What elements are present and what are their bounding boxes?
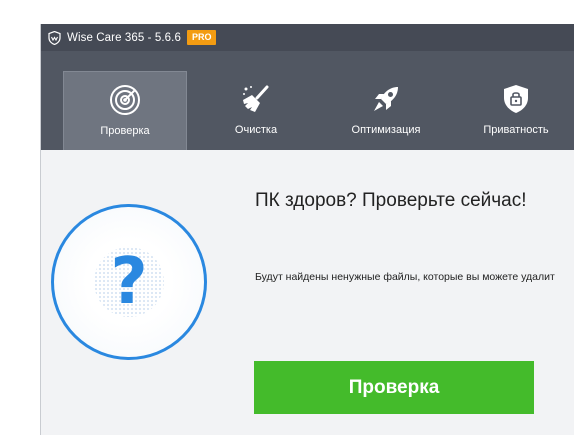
page-headline: ПК здоров? Проверьте сейчас! — [255, 190, 527, 211]
tab-check[interactable]: Проверка — [63, 71, 187, 150]
tab-check-label: Проверка — [100, 125, 150, 137]
rocket-icon — [370, 83, 402, 115]
app-window: Wise Care 365 - 5.6.6 PRO Проверка Очист… — [40, 24, 574, 435]
tab-optimize-label: Оптимизация — [351, 124, 421, 136]
scan-button[interactable]: Проверка — [254, 361, 534, 414]
tab-clean-label: Очистка — [234, 124, 278, 136]
tab-clean[interactable]: Очистка — [194, 71, 318, 150]
check-panel: ? ПК здоров? Проверьте сейчас! Будут най… — [41, 150, 574, 435]
shield-lock-icon — [500, 83, 532, 115]
tab-optimize[interactable]: Оптимизация — [324, 71, 448, 150]
question-mark-icon: ? — [110, 245, 148, 319]
health-status-indicator: ? — [51, 204, 207, 360]
shield-logo-icon — [47, 30, 61, 45]
main-toolbar: Проверка Очистка Оптимизация Приватность — [41, 51, 574, 150]
app-title: Wise Care 365 - 5.6.6 — [67, 31, 181, 44]
tab-privacy-label: Приватность — [483, 124, 549, 136]
radar-icon — [109, 84, 141, 116]
broom-icon — [240, 83, 272, 115]
title-bar[interactable]: Wise Care 365 - 5.6.6 PRO — [41, 24, 574, 51]
pro-badge: PRO — [186, 30, 217, 45]
page-description: Будут найдены ненужные файлы, которые вы… — [255, 271, 555, 283]
tab-privacy[interactable]: Приватность — [454, 71, 574, 150]
